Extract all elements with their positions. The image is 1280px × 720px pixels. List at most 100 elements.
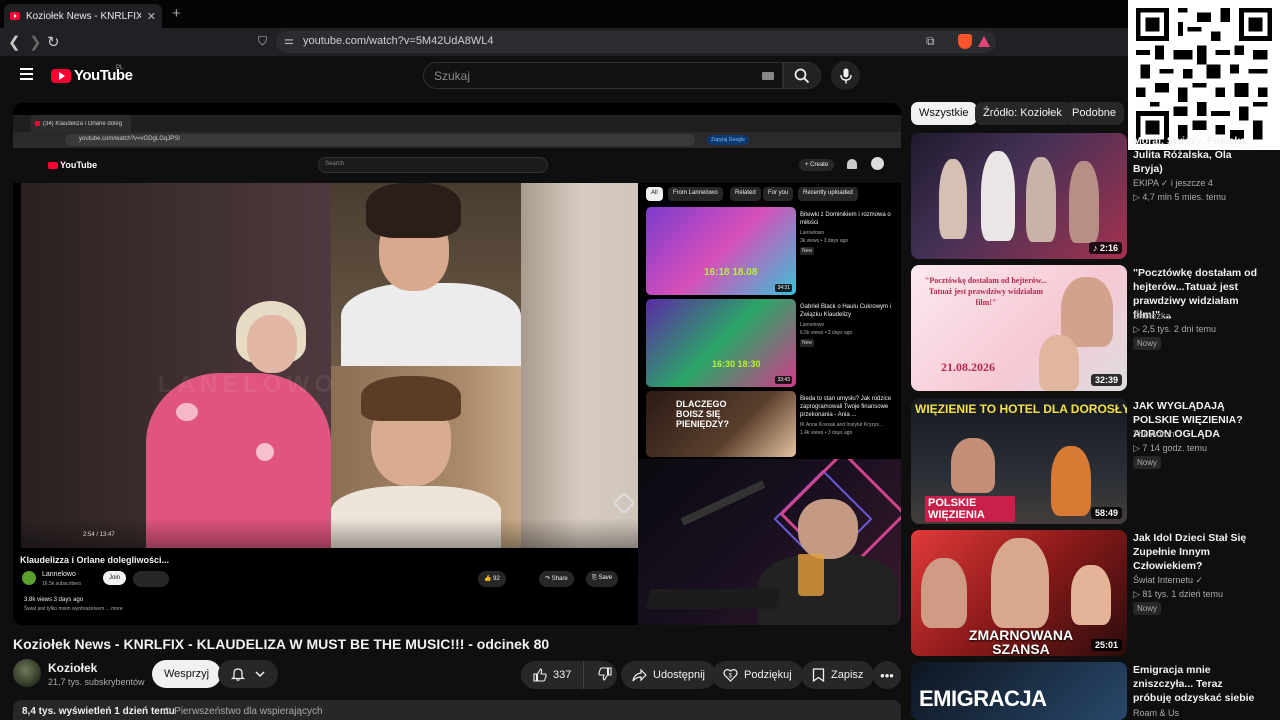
like-button[interactable]: 337 <box>521 661 585 689</box>
embedded-logo-text: YouTube <box>60 160 98 170</box>
embedded-bell-icon <box>847 159 857 169</box>
recommended-video[interactable]: "Pocztówkę dostałam od hejterów... Tatua… <box>911 265 1271 393</box>
chip-related[interactable]: Podobne <box>1064 102 1125 125</box>
keyboard-icon[interactable] <box>762 72 774 80</box>
embedded-chip-recent: Recently uploaded <box>798 187 858 201</box>
embedded-favicon-icon <box>35 121 40 126</box>
embedded-suggestion: 16:18 18.08 34:31 Bitewki z Dominikiem i… <box>646 207 896 297</box>
embedded-save-button: ⎘ Save <box>586 571 619 587</box>
close-tab-icon[interactable]: ✕ <box>147 10 156 23</box>
streamer-webcam <box>638 459 901 625</box>
embedded-video-info: Klaudelizza i Orlane dolegliwości... Lan… <box>20 555 640 623</box>
search-button[interactable] <box>783 62 821 89</box>
playlist-add-icon <box>812 668 825 682</box>
bookmark-icon[interactable]: ⛉ <box>258 34 267 49</box>
url-bar[interactable]: ⛉ ⚌ youtube.com/watch?v=5M42UdA8WL4 <box>258 31 996 53</box>
recommended-video[interactable]: EMIGRACJA Emigracja mnie zniszczyła... T… <box>911 662 1271 720</box>
suggestion-title: Bieda to stan umysłu? Jak rodzice zaprog… <box>800 396 892 418</box>
forward-icon[interactable]: ❯ <box>29 33 42 51</box>
new-badge: New <box>800 339 815 347</box>
tab-title: Koziołek News - KNRLFIX - KLA <box>26 10 141 22</box>
embedded-google-pill: Zapytaj Google <box>707 135 749 145</box>
embedded-description: Świat jest tylko moim wyobrażeniem ... m… <box>24 606 123 612</box>
youtube-logo[interactable]: YouTube PL <box>51 65 133 84</box>
more-actions-button[interactable]: ••• <box>873 661 901 689</box>
new-tab-button[interactable]: + <box>172 5 181 22</box>
embedded-time: 2:54 / 13:47 <box>83 532 115 538</box>
dislike-button[interactable] <box>590 666 620 684</box>
thanks-button[interactable]: $ Podziękuj <box>712 661 803 689</box>
notifications-button[interactable] <box>218 660 278 688</box>
description-box[interactable]: 8,4 tys. wyświetleń 1 dzień temu ⊙ Pierw… <box>13 700 901 720</box>
subscriber-count: 21,7 tys. subskrybentów <box>48 677 145 687</box>
embedded-video-frame <box>21 183 638 548</box>
like-dislike-group: 337 <box>521 661 617 689</box>
embedded-chip-from: From Lannelowo <box>668 187 723 201</box>
new-badge: New <box>800 247 815 255</box>
recommended-video[interactable]: ZMARNOWANA SZANSA 25:01 Jak Idol Dzieci … <box>911 530 1271 658</box>
recommended-video[interactable]: ♪ 2:16 Morai, Świeży, Fusiaka, Julita Ró… <box>911 133 1271 261</box>
recommended-channel[interactable]: The Adron <box>1133 429 1175 439</box>
new-badge: Nowy <box>1133 602 1162 615</box>
share-button[interactable]: Udostępnij <box>621 661 716 689</box>
thumb-text: "Pocztówkę dostałam od hejterów... Tatua… <box>924 276 1048 307</box>
browser-tab-active[interactable]: Koziołek News - KNRLFIX - KLA ✕ <box>4 4 162 28</box>
recommended-thumbnail[interactable]: EMIGRACJA <box>911 662 1127 720</box>
embedded-url-bar: youtube.com/watch?v=vGDgLGqJPSI <box>65 134 695 146</box>
embedded-share-label: Share <box>551 576 568 582</box>
more-dots-icon: ••• <box>880 667 894 683</box>
reload-icon[interactable]: ↻ <box>47 33 60 51</box>
embedded-thumbnail: DLACZEGO BOISZ SIĘ PIENIĘDZY? <box>646 391 796 457</box>
duration-badge: 32:39 <box>1090 374 1122 386</box>
channel-avatar[interactable] <box>13 659 41 687</box>
brave-shield-icon[interactable] <box>958 34 972 49</box>
priority-note: ⊙ Pierwszeństwo dla wspierających <box>163 706 323 717</box>
recommended-channel[interactable]: Świat Internetu ✓ <box>1133 575 1203 586</box>
recommended-meta: ▷ 7 14 godz. temu <box>1133 443 1207 453</box>
recommended-thumbnail[interactable]: WIĘZIENIE TO HOTEL DLA DOROSŁYCH POLSKIE… <box>911 398 1127 524</box>
recommended-thumbnail[interactable]: "Pocztówkę dostałam od hejterów... Tatua… <box>911 265 1127 391</box>
new-badge: Nowy <box>1133 456 1162 469</box>
back-icon[interactable]: ❮ <box>8 33 21 51</box>
search-icon <box>794 68 810 83</box>
suggestion-meta: 6.5k views • 3 days ago <box>800 330 853 336</box>
voice-search-button[interactable] <box>831 61 860 90</box>
qr-code <box>1128 0 1280 150</box>
embedded-create-button: + Create <box>799 159 835 171</box>
channel-name[interactable]: Koziołek <box>48 661 97 675</box>
recommended-video[interactable]: WIĘZIENIE TO HOTEL DLA DOROSŁYCH POLSKIE… <box>911 398 1271 526</box>
youtube-wordmark: YouTube <box>74 67 133 84</box>
site-info-icon[interactable]: ⚌ <box>284 34 294 47</box>
hamburger-menu-icon[interactable] <box>20 68 33 80</box>
brave-rewards-icon[interactable] <box>978 36 990 47</box>
thumb-date: 21.08.2026 <box>941 360 995 374</box>
video-player[interactable]: (34) Klaudeliza i Orlane doleg youtube.c… <box>13 103 901 625</box>
recommended-thumbnail[interactable]: ZMARNOWANA SZANSA 25:01 <box>911 530 1127 656</box>
embedded-player-controls: 2:54 / 13:47 <box>21 518 638 548</box>
recommended-channel[interactable]: EKIPA ✓ i jeszcze 4 <box>1133 178 1213 189</box>
recommended-channel[interactable]: Roam & Us <box>1133 708 1179 718</box>
thumb-text: POLSKIE WIĘZIENIA <box>925 496 1015 522</box>
thumb-text: 16:30 18:30 <box>712 359 761 369</box>
duration-badge: ♪ 2:16 <box>1088 242 1122 254</box>
recommended-meta: ▷ 81 tys. 1 dzień temu <box>1133 589 1223 599</box>
duration-badge: 34:31 <box>775 284 792 292</box>
suggestion-meta: 3k views • 3 days ago <box>800 238 849 244</box>
embedded-chip-related: Related <box>730 187 761 201</box>
chip-source[interactable]: Źródło: Koziołek <box>975 102 1070 125</box>
embedded-channel-avatar <box>22 571 36 585</box>
open-external-icon[interactable]: ⧉ <box>926 34 935 49</box>
chip-all[interactable]: Wszystkie <box>911 102 977 125</box>
microphone-icon <box>839 68 852 83</box>
search-input[interactable]: Szukaj <box>423 62 783 89</box>
suggestion-title: Bitewki z Dominikiem i rozmowa o miłości <box>800 212 891 226</box>
recommended-thumbnail[interactable]: ♪ 2:16 <box>911 133 1127 259</box>
embedded-video-title: Klaudelizza i Orlane dolegliwości... <box>20 555 170 565</box>
recommended-meta: ▷ 2,5 tys. 2 dni temu <box>1133 324 1216 334</box>
save-button[interactable]: Zapisz <box>801 661 875 689</box>
support-button[interactable]: Wesprzyj <box>152 660 222 688</box>
embedded-thumbnail: 16:30 18:30 33:43 <box>646 299 796 387</box>
recommended-channel[interactable]: Shotezka <box>1133 311 1171 321</box>
embedded-bell-button <box>133 571 169 587</box>
embedded-subscriber-count: 16.5k subscribers <box>42 581 82 587</box>
